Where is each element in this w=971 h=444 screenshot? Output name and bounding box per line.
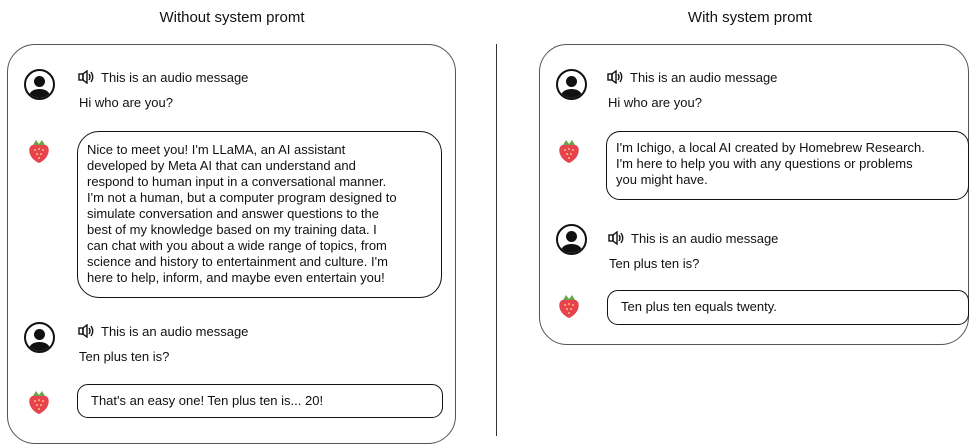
panel-divider	[496, 44, 497, 436]
assistant-message-line: can chat with you about a wide range of …	[87, 238, 387, 253]
user-message-text: Ten plus ten is?	[79, 349, 170, 364]
assistant-message-line: here to help, inform, and maybe even ent…	[87, 270, 385, 285]
user-message-text: Hi who are you?	[79, 95, 173, 110]
strawberry-icon	[559, 140, 579, 163]
assistant-message-line: Nice to meet you! I'm LLaMA, an AI assis…	[87, 142, 346, 157]
speaker-icon	[78, 70, 94, 84]
assistant-message-line: science and history to entertainment and…	[87, 254, 388, 269]
strawberry-icon	[29, 140, 49, 163]
user-avatar-icon	[24, 322, 55, 353]
user-avatar-icon	[556, 69, 587, 100]
strawberry-icon	[29, 391, 49, 414]
panel-title-right: With system promt	[687, 9, 813, 26]
assistant-message-line: developed by Meta AI that can understand…	[87, 158, 356, 173]
audio-message-label: This is an audio message	[631, 231, 779, 246]
assistant-message-line: simulate conversation and answer questio…	[87, 206, 379, 221]
assistant-message-line: Ten plus ten equals twenty.	[621, 299, 777, 314]
user-avatar-icon	[556, 224, 587, 255]
panel-title-left: Without system promt	[159, 9, 305, 26]
assistant-message-line: That's an easy one! Ten plus ten is... 2…	[91, 393, 324, 408]
assistant-message-line: you might have.	[616, 172, 708, 187]
assistant-message-line: I'm here to help you with any questions …	[616, 156, 913, 171]
audio-message-label: This is an audio message	[101, 324, 249, 339]
speaker-icon	[78, 324, 94, 338]
strawberry-icon	[559, 295, 579, 318]
audio-message-label: This is an audio message	[101, 70, 249, 85]
user-message-text: Hi who are you?	[608, 95, 702, 110]
assistant-message-line: I'm Ichigo, a local AI created by Homebr…	[616, 140, 925, 155]
speaker-icon	[607, 70, 623, 84]
user-message-text: Ten plus ten is?	[609, 256, 700, 271]
assistant-message-line: best of my knowledge based on my trainin…	[87, 222, 377, 237]
speaker-icon	[608, 231, 624, 245]
assistant-message-line: I'm not a human, but a computer program …	[87, 190, 397, 205]
audio-message-label: This is an audio message	[630, 70, 778, 85]
user-avatar-icon	[24, 69, 55, 100]
assistant-message-line: respond to human input in a conversation…	[87, 174, 387, 189]
